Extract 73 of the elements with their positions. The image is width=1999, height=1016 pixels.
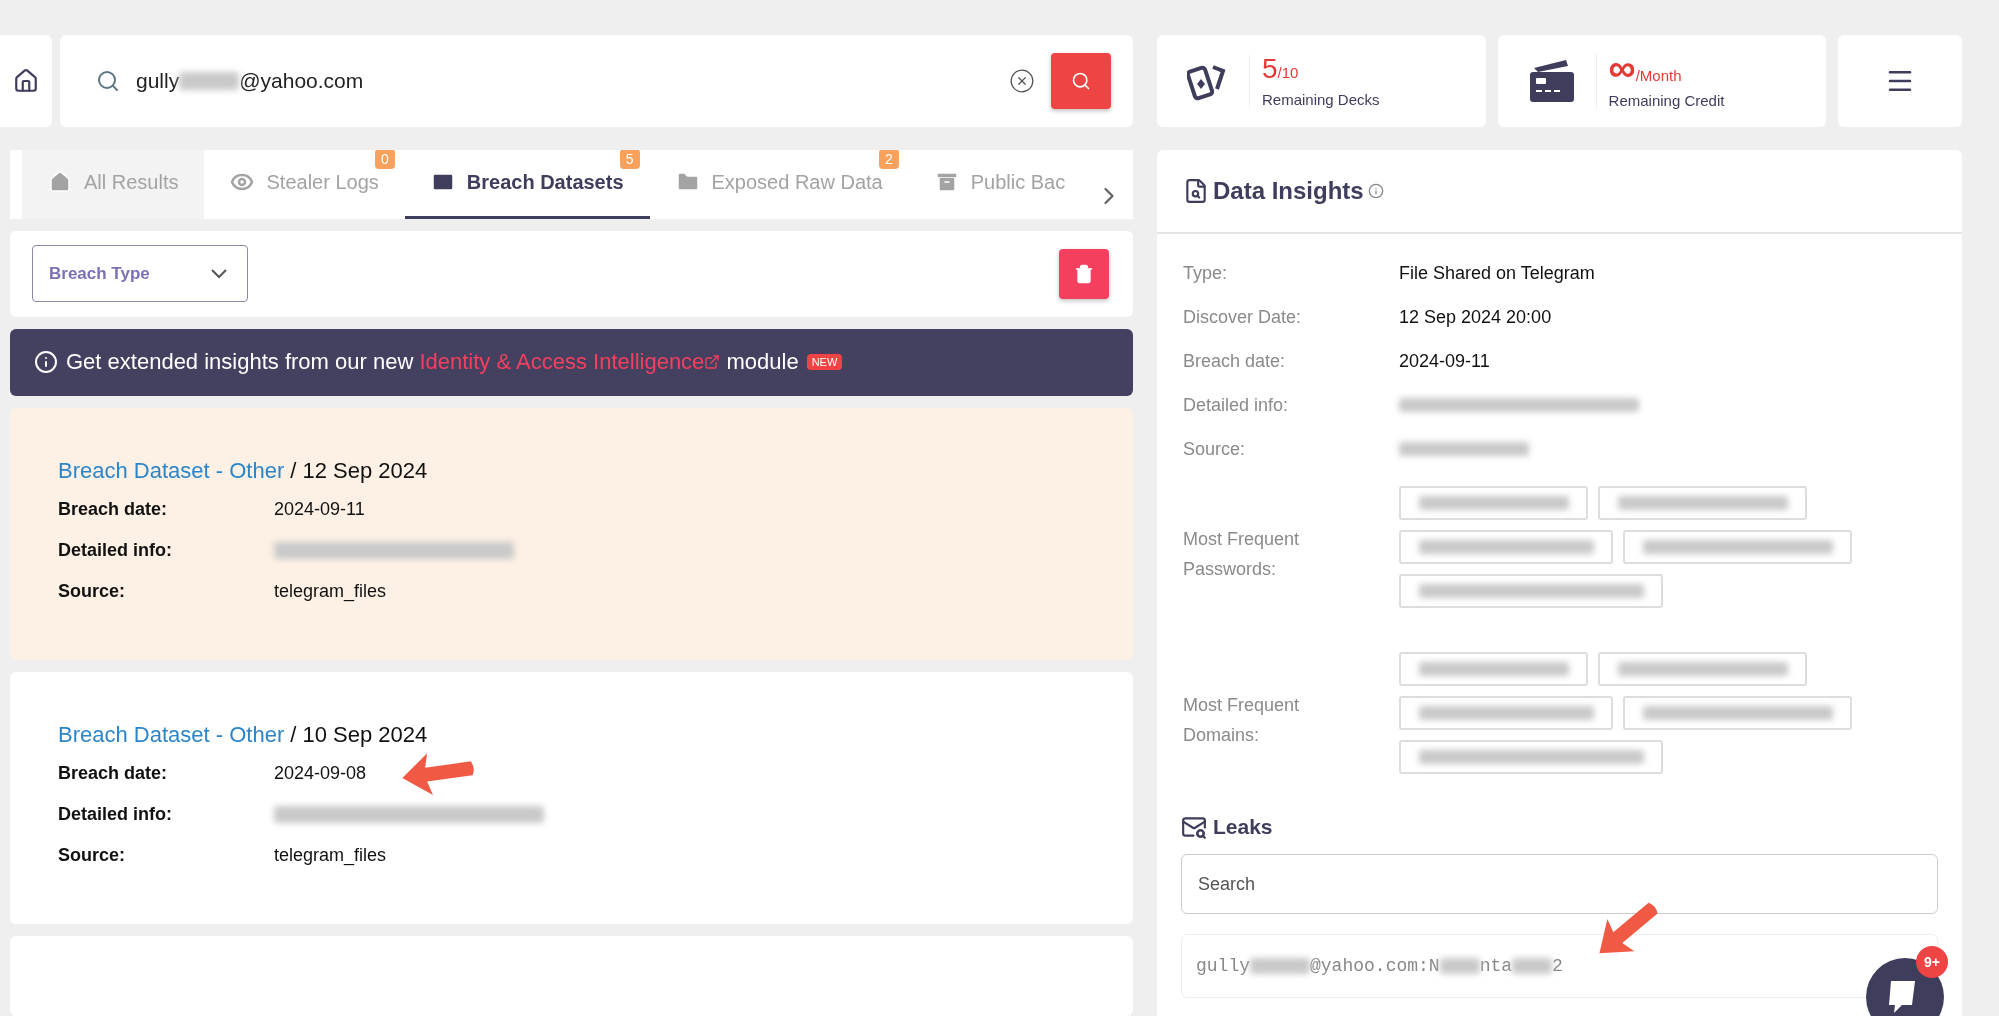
stat-unit: /10: [1277, 63, 1299, 81]
search-icon: [1071, 71, 1091, 91]
insight-value: 12 Sep 2024 20:00: [1399, 306, 1553, 328]
stat-unit: /Month: [1635, 66, 1682, 84]
tab[interactable]: Exposed Raw Data 2: [649, 150, 909, 219]
banner-text: Get extended insights from our new Identity & Access Intelligence module: [66, 349, 799, 376]
notification-badge: 9+: [1916, 946, 1948, 978]
insight-label: Most Frequent Domains:: [1183, 694, 1301, 747]
banner-link[interactable]: Identity & Access Intelligence: [419, 349, 721, 376]
tab[interactable]: Public Bac: [908, 150, 1092, 219]
redacted-text: [179, 71, 240, 91]
leak-text: gully: [1196, 956, 1250, 976]
leak-text: 2: [1552, 956, 1563, 976]
tab[interactable]: Stealer Logs 0: [204, 150, 405, 219]
info-icon: [1367, 183, 1384, 199]
query-field[interactable]: gully @yahoo.com: [60, 35, 1133, 127]
insight-label: Type:: [1183, 262, 1229, 285]
leaks-filter-input[interactable]: Search: [1181, 854, 1938, 914]
panel-title: Data Insights: [1213, 177, 1364, 205]
chevron-down-icon: [211, 268, 227, 279]
query-text: gully: [136, 69, 180, 93]
tab[interactable]: Breach Datasets 5: [404, 150, 650, 219]
redacted-text: [1250, 957, 1310, 975]
clear-icon[interactable]: [1009, 68, 1035, 94]
field-value: telegram_files: [274, 581, 388, 602]
section-title: Leaks: [1213, 815, 1273, 839]
stat-label: Remaining Decks: [1262, 90, 1380, 108]
field-value: telegram_files: [274, 845, 388, 866]
home-button[interactable]: [0, 35, 52, 127]
new-badge: NEW: [806, 354, 843, 371]
redacted-text: [1439, 957, 1480, 975]
leak-text: @yahoo.com:N: [1310, 956, 1440, 976]
insight-value: File Shared on Telegram: [1399, 262, 1596, 284]
field-label: Breach date:: [58, 499, 169, 520]
dataset-link[interactable]: Breach Dataset - Other: [58, 722, 285, 748]
credit-card-icon: [1527, 58, 1576, 104]
dataset-date: / 12 Sep 2024: [290, 458, 428, 484]
stat-label: Remaining Credit: [1608, 91, 1725, 109]
stat-count: 5: [1262, 54, 1278, 83]
dataset-date: / 10 Sep 2024: [290, 722, 428, 748]
field-label: Breach date:: [58, 763, 169, 784]
delete-button[interactable]: [1059, 248, 1109, 299]
mail-search-icon: [1181, 814, 1207, 840]
field-label: Detailed info:: [58, 540, 173, 561]
breach-type-dropdown[interactable]: Breach Type: [32, 245, 248, 303]
count-badge: 0: [375, 150, 395, 169]
tab[interactable]: All Results: [22, 150, 205, 219]
field-label: Detailed info:: [58, 804, 173, 825]
insight-label: Most Frequent Passwords:: [1183, 528, 1301, 581]
insight-value: 2024-09-11: [1399, 350, 1491, 372]
home-icon: [13, 68, 39, 94]
leak-text: nta: [1479, 956, 1513, 976]
insight-label: Breach date:: [1183, 350, 1287, 373]
count-badge: 2: [878, 150, 899, 169]
search-icon: [96, 69, 120, 93]
dataset-link[interactable]: Breach Dataset - Other: [58, 458, 285, 484]
field-label: Source:: [58, 581, 127, 602]
field-value: 2024-09-08: [274, 763, 368, 784]
insight-label: Detailed info:: [1183, 394, 1290, 417]
query-text: @yahoo.com: [239, 69, 364, 93]
field-label: Source:: [58, 845, 127, 866]
stat-count: ∞: [1608, 53, 1636, 82]
insight-label: Discover Date:: [1183, 306, 1303, 329]
help-button[interactable]: [1866, 958, 1944, 1016]
redacted-text: [1512, 957, 1553, 975]
home-icon: [48, 170, 72, 195]
trash-icon: [1074, 263, 1094, 284]
insight-label: Source:: [1183, 438, 1247, 461]
field-value: 2024-09-11: [274, 499, 366, 520]
external-link-icon: [704, 354, 721, 371]
report-search-icon: [1183, 178, 1209, 204]
info-icon: [34, 350, 58, 375]
count-badge: 5: [619, 150, 640, 169]
